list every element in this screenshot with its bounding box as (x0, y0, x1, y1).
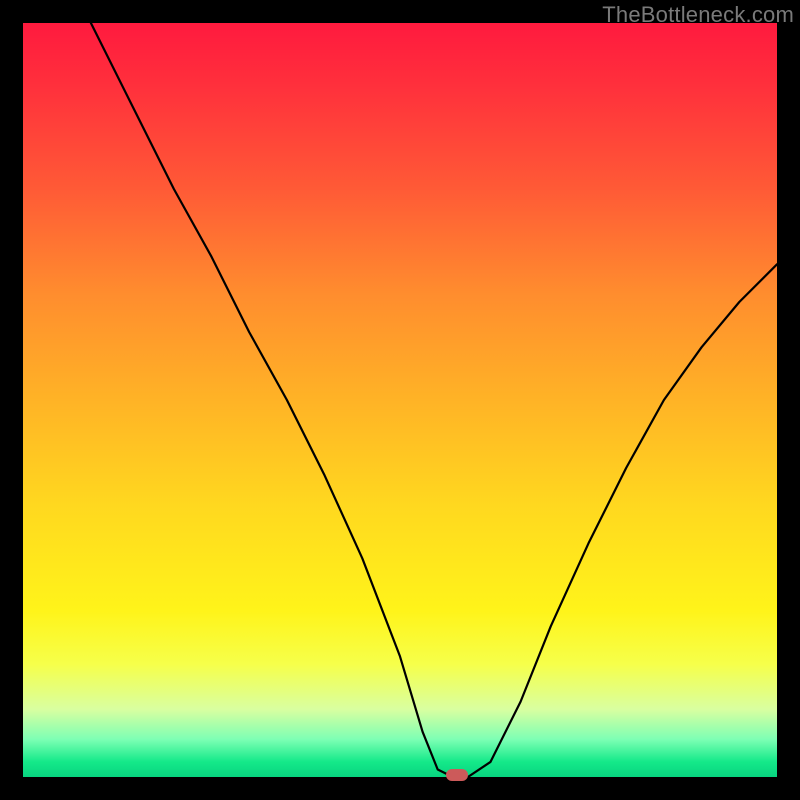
plot-inner (23, 23, 777, 777)
optimum-marker (446, 769, 468, 781)
plot-area (23, 23, 777, 777)
bottleneck-curve (23, 23, 777, 777)
chart-frame: TheBottleneck.com (0, 0, 800, 800)
